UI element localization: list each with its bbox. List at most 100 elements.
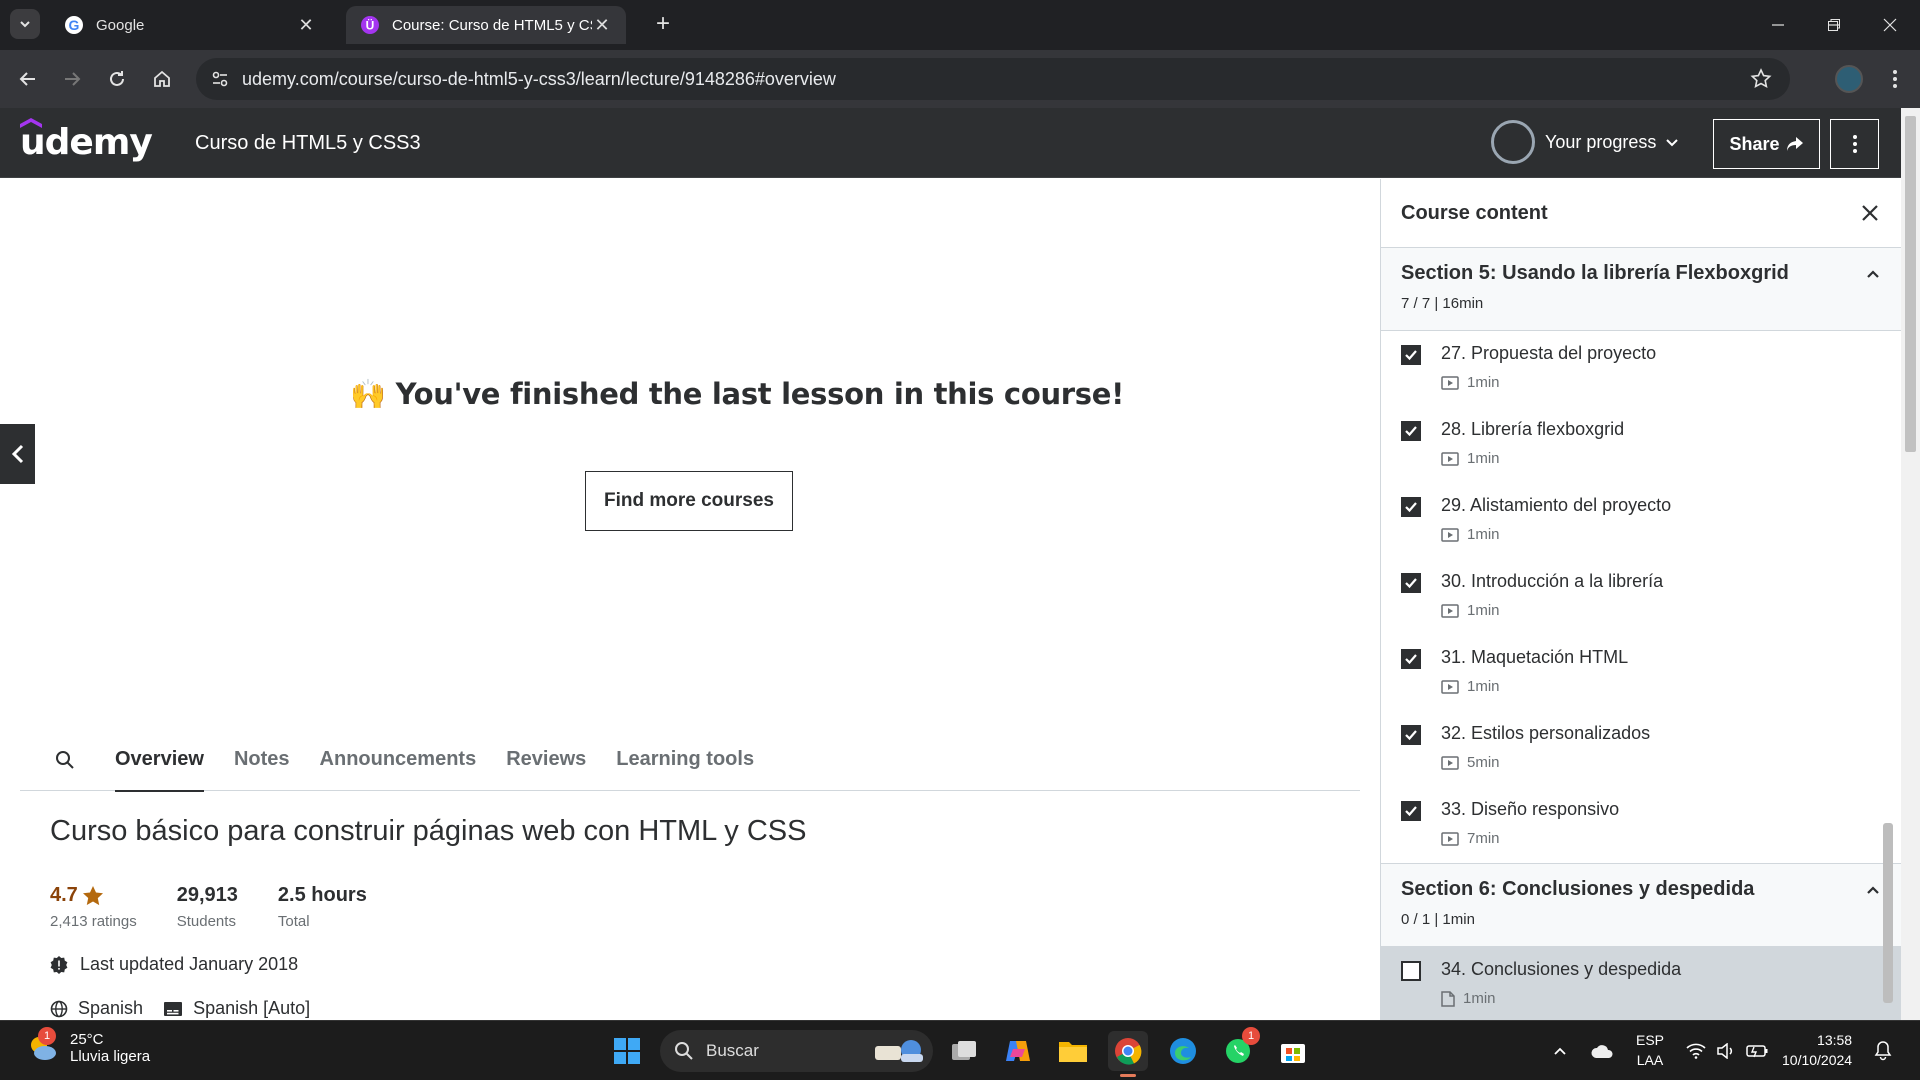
- lecture-duration: 5min: [1441, 754, 1881, 771]
- input-language[interactable]: ESP LAA: [1636, 1030, 1664, 1070]
- progress-ring: [1491, 120, 1535, 164]
- close-window-button[interactable]: [1862, 0, 1918, 50]
- section-6-header[interactable]: Section 6: Conclusiones y despedida 0 / …: [1381, 863, 1901, 947]
- incomplete-checkbox[interactable]: [1401, 961, 1421, 981]
- whatsapp-icon[interactable]: 1: [1218, 1027, 1260, 1071]
- address-bar[interactable]: udemy.com/course/curso-de-html5-y-css3/l…: [196, 58, 1790, 100]
- completed-checkbox[interactable]: [1401, 345, 1421, 365]
- tab-reviews[interactable]: Reviews: [506, 729, 586, 791]
- lecture-item[interactable]: 32. Estilos personalizados 5min: [1381, 711, 1901, 787]
- browser-tab-bar: G Google ✕ Ü Course: Curso de HTML5 y CS…: [0, 0, 1920, 50]
- share-button[interactable]: Share: [1713, 119, 1820, 169]
- tab-notes[interactable]: Notes: [234, 729, 290, 791]
- lecture-item[interactable]: 28. Librería flexboxgrid 1min: [1381, 407, 1901, 483]
- arrow-left-icon: [19, 72, 35, 86]
- rating-count: 2,413 ratings: [50, 913, 137, 930]
- system-clock[interactable]: 13:58 10/10/2024: [1782, 1030, 1852, 1070]
- tab-learning-tools[interactable]: Learning tools: [616, 729, 754, 791]
- close-tab-icon[interactable]: ✕: [296, 15, 316, 35]
- lecture-item[interactable]: 30. Introducción a la librería 1min: [1381, 559, 1901, 635]
- course-title[interactable]: Curso de HTML5 y CSS3: [195, 132, 421, 155]
- tab-overview[interactable]: Overview: [115, 729, 204, 792]
- minimize-button[interactable]: [1750, 0, 1806, 50]
- completed-checkbox[interactable]: [1401, 573, 1421, 593]
- lecture-item[interactable]: 27. Propuesta del proyecto 1min: [1381, 331, 1901, 407]
- lecture-duration: 1min: [1441, 602, 1881, 619]
- url-text[interactable]: udemy.com/course/curso-de-html5-y-css3/l…: [242, 69, 836, 90]
- lecture-title: 34. Conclusiones y despedida: [1441, 959, 1682, 979]
- onedrive-icon[interactable]: [1590, 1021, 1614, 1081]
- video-icon: [1441, 755, 1459, 770]
- microsoft-store-icon[interactable]: [1273, 1031, 1313, 1071]
- copilot-icon[interactable]: [998, 1031, 1038, 1071]
- completed-checkbox[interactable]: [1401, 725, 1421, 745]
- tab-google[interactable]: G Google ✕: [50, 6, 330, 44]
- back-button[interactable]: [13, 64, 43, 94]
- find-more-courses-button[interactable]: Find more courses: [585, 471, 793, 531]
- lecture-item-current[interactable]: 34. Conclusiones y despedida 1min: [1381, 947, 1901, 1020]
- completed-checkbox[interactable]: [1401, 801, 1421, 821]
- browser-menu-button[interactable]: [1880, 64, 1910, 94]
- lecture-item[interactable]: 33. Diseño responsivo 7min: [1381, 787, 1901, 863]
- students-value: 29,913: [176, 884, 238, 906]
- chevron-down-icon: [20, 21, 30, 28]
- share-arrow-icon: [1786, 137, 1803, 151]
- section-5-header[interactable]: Section 5: Usando la librería Flexboxgri…: [1381, 248, 1901, 331]
- chevron-up-icon: [1554, 1047, 1566, 1055]
- restore-icon: [1828, 19, 1840, 31]
- close-tab-icon[interactable]: ✕: [592, 15, 612, 35]
- page-scrollbar[interactable]: [1901, 108, 1920, 1020]
- lecture-duration: 1min: [1441, 990, 1881, 1007]
- windows-taskbar: 1 25°C Lluvia ligera Buscar 1 ESP LAA 13:…: [0, 1020, 1920, 1080]
- video-icon: [1441, 603, 1459, 618]
- main-content: 🙌 You've finished the last lesson in thi…: [0, 179, 1380, 1020]
- close-icon: [1883, 18, 1897, 32]
- completed-checkbox[interactable]: [1401, 649, 1421, 669]
- start-button[interactable]: [607, 1031, 647, 1071]
- system-tray-status[interactable]: [1686, 1021, 1768, 1081]
- lecture-item[interactable]: 31. Maquetación HTML 1min: [1381, 635, 1901, 711]
- previous-lecture-button[interactable]: [0, 424, 35, 484]
- weather-widget[interactable]: 1 25°C Lluvia ligera: [26, 1027, 150, 1065]
- forward-button[interactable]: [57, 64, 87, 94]
- bookmark-star-icon[interactable]: [1750, 68, 1772, 90]
- course-stats: 4.7 2,413 ratings 29,913 Students 2.5 ho…: [50, 884, 367, 930]
- page-scroll-thumb[interactable]: [1905, 116, 1916, 452]
- profile-avatar[interactable]: [1835, 65, 1863, 93]
- search-icon[interactable]: [45, 740, 85, 780]
- site-info-icon[interactable]: [202, 61, 238, 97]
- rating-value: 4.7: [50, 884, 78, 906]
- lecture-title: 33. Diseño responsivo: [1441, 799, 1620, 819]
- reload-button[interactable]: [102, 64, 132, 94]
- tab-search-button[interactable]: [10, 9, 40, 39]
- sidebar-scrollbar[interactable]: [1879, 255, 1895, 1020]
- lecture-item[interactable]: 29. Alistamiento del proyecto 1min: [1381, 483, 1901, 559]
- restore-button[interactable]: [1806, 0, 1862, 50]
- students-stat: 29,913 Students: [177, 884, 238, 930]
- tab-announcements[interactable]: Announcements: [320, 729, 477, 791]
- chrome-taskbar-icon[interactable]: [1108, 1031, 1148, 1077]
- lecture-duration: 1min: [1441, 678, 1881, 695]
- taskbar-search[interactable]: Buscar: [660, 1030, 933, 1072]
- file-explorer-icon[interactable]: [1053, 1031, 1093, 1071]
- sidebar-scroll-thumb[interactable]: [1883, 823, 1893, 1003]
- weather-badge: 1: [38, 1027, 56, 1045]
- home-button[interactable]: [147, 64, 177, 94]
- udemy-logo[interactable]: udemy: [20, 118, 153, 163]
- progress-dropdown[interactable]: Your progress: [1491, 118, 1682, 166]
- notification-bell-icon[interactable]: [1874, 1021, 1892, 1081]
- alert-badge-icon: [50, 955, 68, 974]
- edge-icon[interactable]: [1163, 1031, 1203, 1071]
- lecture-duration: 1min: [1441, 374, 1881, 391]
- close-icon[interactable]: [1861, 204, 1879, 222]
- show-hidden-icons[interactable]: [1552, 1021, 1568, 1081]
- new-tab-button[interactable]: +: [650, 12, 676, 38]
- completed-checkbox[interactable]: [1401, 497, 1421, 517]
- course-finished-message: 🙌 You've finished the last lesson in thi…: [350, 377, 1124, 412]
- section-title: Section 5: Usando la librería Flexboxgri…: [1401, 262, 1789, 284]
- completed-checkbox[interactable]: [1401, 421, 1421, 441]
- more-options-button[interactable]: [1830, 119, 1879, 169]
- task-view-icon[interactable]: [944, 1031, 984, 1071]
- tab-udemy-course[interactable]: Ü Course: Curso de HTML5 y CSS3 ✕: [346, 6, 626, 44]
- share-label: Share: [1729, 133, 1780, 154]
